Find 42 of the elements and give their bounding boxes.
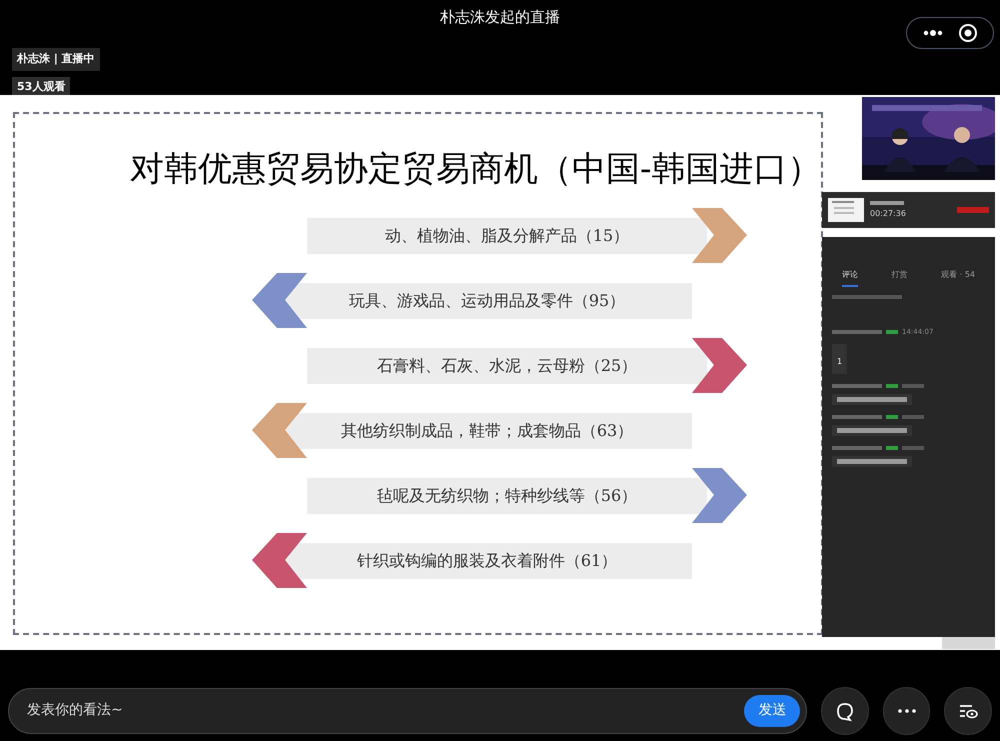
category-label: 石膏料、石灰、水泥，云母粉（25） xyxy=(307,348,707,384)
slide-title: 对韩优惠贸易协定贸易商机（中国-韩国进口） xyxy=(130,148,822,191)
illegible-text xyxy=(902,446,924,450)
panel-tab[interactable]: 打赏 xyxy=(892,269,908,287)
mini-program-capsule[interactable] xyxy=(906,17,994,49)
illegible-text xyxy=(837,428,907,432)
more-icon[interactable] xyxy=(922,30,942,36)
category-label: 玩具、游戏品、运动用品及零件（95） xyxy=(282,283,692,319)
illegible-text xyxy=(837,396,907,402)
comment-input-field[interactable]: 发表你的看法~ 发送 xyxy=(8,688,808,734)
illegible-text xyxy=(832,384,882,388)
category-label: 其他纺织制成品，鞋带；成套物品（63） xyxy=(282,413,692,449)
category-label: 毡呢及无纺织物；特种纱线等（56） xyxy=(307,478,707,514)
role-tag xyxy=(886,330,898,334)
close-target-icon[interactable] xyxy=(958,23,978,43)
more-icon xyxy=(898,708,916,712)
illegible-text xyxy=(902,384,924,388)
illegible-text xyxy=(870,200,904,204)
live-status-indicator xyxy=(957,207,989,213)
view-mode-button[interactable] xyxy=(944,686,992,734)
live-status-badge: 朴志洙 | 直播中 xyxy=(12,48,100,70)
illegible-text xyxy=(902,414,924,418)
illegible-text xyxy=(832,414,882,418)
panel-tab[interactable]: 评论 xyxy=(842,269,858,287)
illegible-text xyxy=(837,458,907,464)
panel-tab[interactable]: 观看 · 54 xyxy=(941,269,975,287)
like-bubble-button[interactable] xyxy=(821,686,869,734)
category-label: 针织或钩编的服装及衣着附件（61） xyxy=(282,543,692,579)
mini-player[interactable]: 00:27:36 xyxy=(822,192,995,228)
role-tag xyxy=(886,414,898,418)
window-title: 朴志洙发起的直播 xyxy=(439,7,561,28)
category-label: 动、植物油、脂及分解产品（15） xyxy=(307,218,707,254)
illegible-text xyxy=(832,295,902,299)
illegible-text xyxy=(832,330,882,334)
role-tag xyxy=(886,384,898,388)
comment-text: 1 xyxy=(837,356,842,366)
send-button[interactable]: 发送 xyxy=(744,694,800,726)
playback-time: 00:27:36 xyxy=(870,208,906,220)
page-indicator xyxy=(942,637,995,649)
illegible-text xyxy=(832,446,882,450)
slide-thumbnail-icon xyxy=(828,198,864,222)
role-tag xyxy=(886,446,898,450)
